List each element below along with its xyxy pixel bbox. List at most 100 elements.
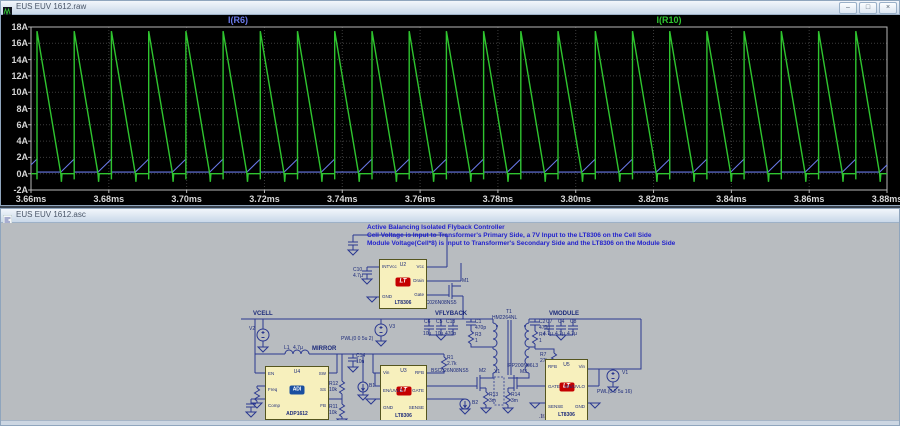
ic-pin-vin: Vin	[579, 365, 585, 370]
ic-pin-vin: Vin	[383, 371, 389, 376]
waveform-title: EUS EUV 1612.raw	[16, 2, 86, 11]
schematic-label-c13: C13	[446, 320, 455, 325]
ic-pin-en: EN	[268, 372, 274, 377]
x-tick-label: 3.80ms	[560, 194, 591, 204]
schematic-label-m3: M3	[520, 370, 527, 375]
schematic-label-hm2264nl: HM2264NL	[492, 316, 517, 321]
schematic-label-vcell: VCELL	[253, 311, 273, 317]
x-tick-label: 3.70ms	[171, 194, 202, 204]
phase-dot	[496, 325, 498, 327]
ic-refdes: U3	[400, 368, 406, 374]
x-tick-label: 3.72ms	[249, 194, 280, 204]
y-tick-label: 4A	[2, 136, 28, 146]
ic-u4-adp1612[interactable]: U4ADIADP1612ENFreqCompSWSSFB	[265, 366, 329, 420]
lt-logo: LT	[396, 277, 411, 286]
schematic-label-4-7-: 4.7µ	[543, 332, 553, 337]
x-tick-label: 3.76ms	[405, 194, 436, 204]
schematic-label-10k: 10k	[329, 388, 337, 393]
schematic-label-m1: M1	[462, 279, 469, 284]
schematic-label-c6: C6	[424, 320, 430, 325]
ic-part-number: LT8306	[395, 300, 412, 306]
schematic-label-3m: 3m	[489, 399, 496, 404]
schematic-label-1: 1	[475, 339, 478, 344]
ic-pin-intvcc: INTVcc	[382, 265, 397, 270]
ic-pin-gnd: GND	[575, 405, 585, 410]
window-controls: –□×	[839, 2, 897, 14]
schematic-label-3m: 3m	[511, 399, 518, 404]
schematic-canvas[interactable]: Active Balancing Isolated Flyback Contro…	[1, 223, 899, 421]
waveform-plot-area[interactable]: I(R6)I(R10) 18A16A14A12A10A8A6A4A2A0A-2A…	[1, 15, 899, 205]
y-tick-label: 10A	[2, 87, 28, 97]
schematic-label-mirror: MIRROR	[312, 346, 336, 352]
ic-pin-sense: SENSE	[548, 405, 563, 410]
schematic-label-10k: 10k	[329, 411, 337, 416]
y-tick-label: 12A	[2, 71, 28, 81]
y-tick-label: 8A	[2, 104, 28, 114]
window-bottom-border	[1, 420, 899, 425]
schematic-label-bsc026n08ns5: BSC026N08NS5	[431, 369, 469, 374]
x-tick-label: 3.68ms	[94, 194, 125, 204]
ic-pin-ss: SS	[320, 388, 326, 393]
waveform-doc-icon	[3, 3, 12, 12]
schematic-label-4-7-: 4.7µ	[567, 332, 577, 337]
ic-pin-vcc: Vcc	[416, 265, 424, 270]
ic-u2-lt8306[interactable]: U2LTLT8306INTVccGNDVccDrainGate	[379, 259, 427, 309]
ic-u5-lt8306[interactable]: U5LTLT8306RFBGATESENSEVinEN/UVLOGND	[545, 359, 588, 421]
schematic-label-10-: 10µ	[435, 332, 443, 337]
schematic-label-m2: M2	[479, 369, 486, 374]
schematic-label-l1: L1	[284, 346, 290, 351]
x-tick-label: 3.74ms	[327, 194, 358, 204]
schematic-window: EUS EUV 1612.asc	[0, 208, 900, 426]
schematic-label-4-7-: 4.7µ	[353, 274, 363, 279]
legend-ir10[interactable]: I(R10)	[656, 15, 681, 25]
schematic-label-vflyback: VFLYBACK	[435, 311, 467, 317]
close-button[interactable]: ×	[879, 2, 897, 14]
schematic-label-4-7-: 4.7µ	[555, 332, 565, 337]
x-tick-label: 3.84ms	[716, 194, 747, 204]
schematic-label-10-: 10µ	[423, 332, 431, 337]
schematic-title: EUS EUV 1612.asc	[16, 210, 86, 219]
y-tick-label: 18A	[2, 22, 28, 32]
x-tick-label: 3.78ms	[483, 194, 514, 204]
schematic-annotation: Module Voltage(Cell*8) is Input to Trans…	[367, 241, 675, 248]
x-tick-label: 3.86ms	[794, 194, 825, 204]
y-tick-label: 2A	[2, 152, 28, 162]
schematic-label-v1: V1	[622, 371, 628, 376]
schematic-label-v3: V3	[389, 325, 395, 330]
ic-pin-gate: Gate	[414, 293, 424, 298]
ic-part-number: LT8306	[558, 412, 575, 418]
ic-pin-en-uvlo: EN/UVLO	[565, 385, 585, 390]
waveform-plot	[1, 15, 900, 205]
ic-u3-lt8306[interactable]: U3LTLT8306VinEN/UVLOGNDRFBGATESENSE	[380, 365, 427, 421]
schematic-annotation: Cell Voltage is Input to Transformer's P…	[367, 233, 651, 240]
waveform-titlebar[interactable]: EUS EUV 1612.raw –□×	[1, 1, 899, 15]
schematic-label-1: 1	[539, 339, 542, 344]
minimize-button[interactable]: –	[839, 2, 857, 14]
ic-refdes: U2	[400, 262, 406, 268]
ic-pin-rfb: RFB	[415, 371, 424, 376]
ic-pin-gnd: GND	[383, 406, 393, 411]
ic-refdes: U4	[294, 369, 300, 375]
restore-button[interactable]: □	[859, 2, 877, 14]
y-tick-label: 16A	[2, 38, 28, 48]
legend-ir6[interactable]: I(R6)	[228, 15, 248, 25]
schematic-doc-icon	[3, 211, 12, 220]
x-tick-label: 3.66ms	[16, 194, 47, 204]
x-tick-label: 3.88ms	[872, 194, 900, 204]
adi-logo: ADI	[290, 386, 305, 395]
schematic-label-10n: 10n	[356, 360, 364, 365]
schematic-titlebar[interactable]: EUS EUV 1612.asc	[1, 209, 899, 223]
ic-pin-gate: GATE	[548, 385, 560, 390]
ltspice-workspace: EUS EUV 1612.raw –□× I(R6)I(R10) 18A16A1…	[0, 0, 900, 426]
schematic-label-4-7-: 4.7µ	[293, 346, 303, 351]
ic-pin-sw: SW	[319, 372, 326, 377]
schematic-annotation: Active Balancing Isolated Flyback Contro…	[367, 225, 505, 232]
ic-pin-drain: Drain	[413, 279, 424, 284]
ic-pin-sense: SENSE	[409, 406, 424, 411]
schematic-label-c7: C7	[546, 320, 552, 325]
schematic-label-pwl-0-0-5u-16-: PWL(0 0 5u 16)	[597, 390, 632, 395]
schematic-label-c8: C8	[570, 320, 576, 325]
ic-part-number: LT8306	[395, 413, 412, 419]
waveform-window: EUS EUV 1612.raw –□× I(R6) I(R10) 18A 16A 1…	[0, 0, 900, 206]
schematic-label-470p: 470p	[445, 332, 456, 337]
